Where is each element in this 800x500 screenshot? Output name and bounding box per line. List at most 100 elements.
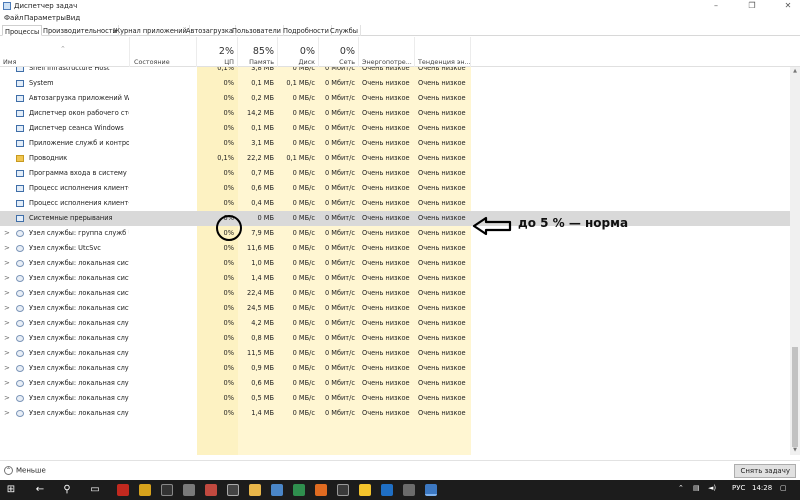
expand-chevron-icon[interactable]: > (4, 301, 10, 316)
folder-app-icon[interactable] (249, 484, 261, 496)
settings-app-icon[interactable] (271, 484, 283, 496)
header-cpu[interactable]: 2% ЦП (197, 37, 238, 67)
cell-mem: 0,5 МБ (251, 394, 274, 402)
expand-chevron-icon[interactable]: > (4, 346, 10, 361)
table-row[interactable]: > Узел службы: локальная служ... 0% 0,8 МБ 0… (0, 331, 790, 346)
notifications-icon[interactable]: ▢ (780, 484, 787, 492)
cell-cpu: 0% (223, 304, 234, 312)
expand-chevron-icon[interactable]: > (4, 376, 10, 391)
expand-chevron-icon[interactable]: > (4, 406, 10, 421)
vertical-scrollbar[interactable]: ▲ ▼ (790, 67, 800, 455)
clock[interactable]: 14:28 (752, 484, 772, 492)
volume-icon[interactable]: ◄) (708, 484, 716, 492)
back-icon[interactable]: ← (33, 483, 47, 497)
table-row[interactable]: System 0% 0,1 МБ 0,1 МБ/с 0 Мбит/с Очень низк… (0, 76, 790, 91)
table-row[interactable]: > Узел службы: локальная служ... 0% 4,2 МБ 0… (0, 316, 790, 331)
scroll-down-icon[interactable]: ▼ (791, 447, 799, 453)
expand-chevron-icon[interactable]: > (4, 226, 10, 241)
expand-chevron-icon[interactable]: > (4, 241, 10, 256)
maximize-button[interactable]: ❐ (740, 0, 764, 12)
expand-chevron-icon[interactable]: > (4, 331, 10, 346)
table-row[interactable]: Процесс исполнения клиент-... 0% 0,6 МБ 0 М… (0, 181, 790, 196)
tab-performance[interactable]: Производительность (41, 25, 120, 36)
header-name[interactable]: ⌃ Имя (0, 37, 130, 67)
network-icon[interactable]: ▤ (693, 484, 700, 492)
header-disk[interactable]: 0% Диск (278, 37, 319, 67)
task-view-icon[interactable]: ▭ (88, 483, 102, 497)
table-row[interactable]: > Узел службы: локальная служ... 0% 0,6 МБ 0… (0, 376, 790, 391)
table-row[interactable]: > Узел службы: локальная систе... 0% 22,4 М… (0, 286, 790, 301)
tray-chevron-icon[interactable]: ⌃ (678, 484, 684, 492)
table-row[interactable]: Диспетчер окон рабочего стола 0% 14,2 МБ 0 … (0, 106, 790, 121)
cell-cpu: 0% (223, 139, 234, 147)
chrome-app-icon[interactable] (359, 484, 371, 496)
cell-cpu: 0% (223, 244, 234, 252)
table-row[interactable]: Процесс исполнения клиент-... 0% 0,4 МБ 0 М… (0, 196, 790, 211)
tab-services[interactable]: Службы (328, 25, 361, 36)
cell-disk: 0 МБ/с (292, 229, 315, 237)
cell-net: 0 Мбит/с (324, 349, 355, 357)
table-row[interactable]: > Узел службы: локальная систе... 0% 1,0 МБ… (0, 256, 790, 271)
header-energy-trend[interactable]: Тенденция эн... (415, 37, 471, 67)
explorer-app-icon[interactable] (183, 484, 195, 496)
table-row[interactable]: Приложение служб и контрол... 0% 3,1 МБ 0 М… (0, 136, 790, 151)
table-row[interactable]: > Узел службы: локальная систе... 0% 1,4 МБ… (0, 271, 790, 286)
edge-app-icon[interactable] (381, 484, 393, 496)
table-row[interactable]: Автозагрузка приложений Wi... 0% 0,2 МБ 0 М… (0, 91, 790, 106)
expand-chevron-icon[interactable]: > (4, 316, 10, 331)
table-row[interactable]: > Узел службы: локальная служ... 0% 0,5 МБ 0… (0, 391, 790, 406)
table-row[interactable]: Shell Infrastructure Host 0,1% 3,8 МБ 0 МБ/… (0, 67, 790, 76)
end-task-button[interactable]: Снять задачу (734, 464, 796, 478)
spreadsheet-app-icon[interactable] (293, 484, 305, 496)
office-app-icon[interactable] (205, 484, 217, 496)
scroll-thumb[interactable] (792, 347, 798, 447)
tab-app-history[interactable]: Журнал приложений (111, 25, 190, 36)
table-row[interactable]: > Узел службы: UtcSvc 0% 11,6 МБ 0 МБ/с 0 Мби… (0, 241, 790, 256)
paint-app-icon[interactable] (403, 484, 415, 496)
minimize-button[interactable]: – (704, 0, 728, 12)
table-row[interactable]: Диспетчер сеанса Windows 0% 0,1 МБ 0 МБ/с 0 … (0, 121, 790, 136)
menu-options[interactable]: Параметры (24, 14, 66, 22)
fewer-details-button[interactable]: ⌃ Меньше (4, 466, 46, 475)
table-row[interactable]: > Узел службы: локальная систе... 0% 24,5 М… (0, 301, 790, 316)
expand-chevron-icon[interactable]: > (4, 391, 10, 406)
tab-users[interactable]: Пользователи (230, 25, 284, 36)
terminal-app-icon[interactable] (337, 484, 349, 496)
media-app-icon[interactable] (161, 484, 173, 496)
header-status[interactable]: Состояние (130, 37, 197, 67)
header-memory[interactable]: 85% Память (238, 37, 278, 67)
scroll-up-icon[interactable]: ▲ (791, 68, 799, 74)
menu-view[interactable]: Вид (66, 14, 80, 22)
gear-icon (16, 230, 24, 237)
sticky-app-icon[interactable] (139, 484, 151, 496)
expand-chevron-icon[interactable]: > (4, 256, 10, 271)
cell-net: 0 Мбит/с (324, 154, 355, 162)
highlight-circle (216, 215, 242, 241)
tab-startup[interactable]: Автозагрузка (184, 25, 236, 36)
table-row[interactable]: > Узел службы: локальная служ... 0% 1,4 МБ 0… (0, 406, 790, 421)
windows-start-icon[interactable]: ⊞ (4, 483, 18, 497)
close-button[interactable]: ✕ (776, 0, 800, 12)
table-row[interactable]: > Узел службы: локальная служ... 0% 0,9 МБ 0… (0, 361, 790, 376)
tab-processes[interactable]: Процессы (2, 25, 43, 36)
expand-chevron-icon[interactable]: > (4, 361, 10, 376)
task-manager-app-icon[interactable] (425, 484, 437, 496)
header-network[interactable]: 0% Сеть (319, 37, 359, 67)
tab-details[interactable]: Подробности (281, 25, 332, 36)
table-row[interactable]: Программа входа в систему ... 0% 0,7 МБ 0 М… (0, 166, 790, 181)
browser-app-icon[interactable] (315, 484, 327, 496)
menu-file[interactable]: Файл (4, 14, 23, 22)
header-energy[interactable]: Энергопотре... (359, 37, 415, 67)
expand-chevron-icon[interactable]: > (4, 271, 10, 286)
process-name: Узел службы: локальная служ... (29, 319, 129, 327)
calculator-app-icon[interactable] (227, 484, 239, 496)
table-row[interactable]: Системные прерывания 0% 0 МБ 0 МБ/с 0 Мбит/с… (0, 211, 790, 226)
table-row[interactable]: Проводник 0,1% 22,2 МБ 0,1 МБ/с 0 Мбит/с Очен… (0, 151, 790, 166)
cell-net: 0 Мбит/с (324, 229, 355, 237)
table-row[interactable]: >Узел службы: группа служб Uni...0%7,9 М… (0, 226, 790, 241)
language-indicator[interactable]: РУС (732, 484, 745, 492)
pdf-app-icon[interactable] (117, 484, 129, 496)
expand-chevron-icon[interactable]: > (4, 286, 10, 301)
table-row[interactable]: > Узел службы: локальная служ... 0% 11,5 МБ… (0, 346, 790, 361)
search-icon[interactable]: ⚲ (60, 483, 74, 497)
